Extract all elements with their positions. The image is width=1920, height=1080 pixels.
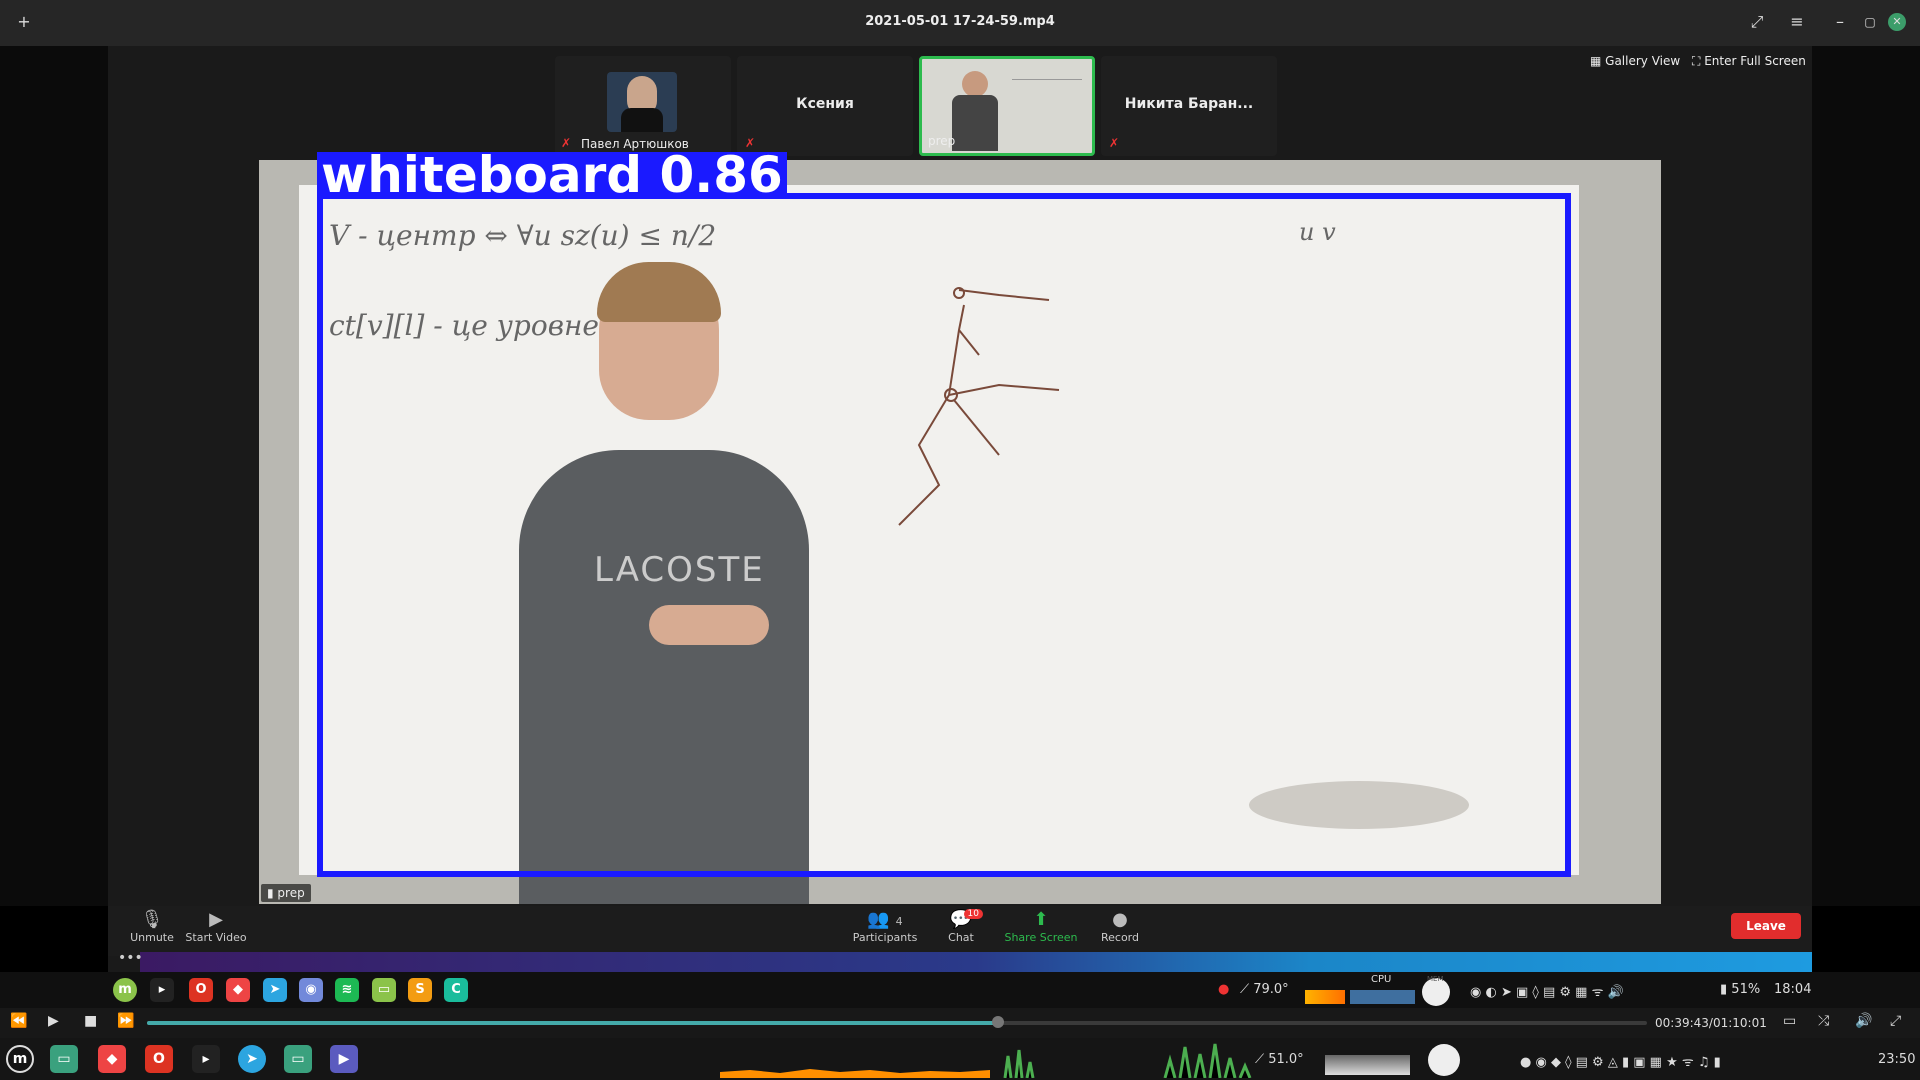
mem-gauge [1428, 1044, 1460, 1076]
chat-label: Chat [948, 931, 974, 944]
shuffle-icon[interactable]: ⤮ [1818, 1013, 1829, 1029]
chat-icon: 💬 [949, 909, 973, 930]
stop-button[interactable]: ■ [84, 1013, 97, 1029]
record-button[interactable]: ● Record [1080, 909, 1160, 944]
chat-button[interactable]: 💬 10 Chat [921, 909, 1001, 944]
share-screen-icon: ⬆ [1033, 909, 1049, 930]
signal-icon: ▮ [267, 886, 278, 900]
share-screen-button[interactable]: ⬆ Share Screen [1001, 909, 1081, 944]
cpu-graph [1350, 990, 1415, 1004]
start-video-label: Start Video [185, 931, 247, 944]
minimize-button[interactable]: – [1828, 10, 1852, 34]
terminal-icon[interactable]: ▸ [192, 1045, 220, 1073]
menu-button[interactable]: ≡ [1785, 10, 1809, 34]
sys-temp: ⟋ 51.0° [1255, 1052, 1304, 1067]
participant-thumb[interactable]: Ксения ✗ [737, 56, 913, 156]
participants-label: Participants [852, 931, 918, 944]
participants-icon: 👥 4 [867, 909, 903, 930]
mint-menu-icon[interactable]: m [113, 978, 137, 1002]
playback-time: 00:39:43/01:10:01 [1655, 1016, 1767, 1030]
record-label: Record [1100, 931, 1139, 944]
expand-icon[interactable]: ⤢ [1745, 10, 1769, 34]
full-screen-label: Enter Full Screen [1704, 54, 1806, 68]
title-bar: + 2021-05-01 17-24-59.mp4 ⤢ ≡ – ▢ ✕ [0, 0, 1920, 46]
maximize-button[interactable]: ▢ [1858, 10, 1882, 34]
terminal-icon[interactable]: ▸ [150, 978, 174, 1002]
cpu-label: CPU [1371, 974, 1392, 985]
participant-name: Никита Баран... [1124, 96, 1254, 112]
window-title: 2021-05-01 17-24-59.mp4 [865, 14, 1055, 29]
files-icon[interactable]: ▭ [372, 978, 396, 1002]
chat-badge: 10 [963, 909, 983, 919]
muted-mic-icon: ✗ [1109, 136, 1120, 150]
panel-gradient [140, 952, 1812, 974]
system-clock: 23:50 [1878, 1052, 1916, 1067]
gallery-view-button[interactable]: ▦ Gallery View [1590, 54, 1680, 68]
location-icon: ● [1218, 982, 1230, 997]
video-player-icon[interactable]: ▶ [330, 1045, 358, 1073]
clion-icon[interactable]: C [444, 978, 468, 1002]
telegram-icon[interactable]: ➤ [238, 1045, 266, 1073]
seek-bar-fill [147, 1021, 998, 1025]
zoom-toolbar: 🎙 Unmute ▶ Start Video 👥 4 Participants … [108, 906, 1812, 956]
activity-graph [1003, 1049, 1035, 1078]
detection-label: whiteboard 0.86 [317, 150, 787, 200]
subtitle-icon[interactable]: ▭ [1783, 1013, 1796, 1029]
speaker-name-tag: ▮ prep [261, 884, 311, 902]
temp-readout: ⟋ 79.0° [1240, 982, 1289, 997]
more-options-icon[interactable]: ••• [118, 950, 143, 966]
participant-name: prep [928, 134, 956, 148]
participants-button[interactable]: 👥 4 Participants [845, 909, 925, 944]
avatar [607, 72, 677, 132]
mem-gauge: MEM [1422, 975, 1450, 1006]
camera-off-icon: ▶ [209, 909, 223, 930]
leave-button[interactable]: Leave [1731, 913, 1801, 939]
gallery-view-label: Gallery View [1605, 54, 1681, 68]
participant-name: Ксения [796, 96, 854, 112]
start-video-button[interactable]: ▶ Start Video [176, 909, 256, 944]
participant-thumb-active[interactable]: prep [919, 56, 1095, 156]
detection-box [317, 193, 1571, 877]
play-button[interactable]: ▶ [48, 1013, 59, 1029]
discord-icon[interactable]: ◉ [299, 978, 323, 1002]
close-button[interactable]: ✕ [1888, 13, 1906, 31]
rewind-button[interactable]: ⏪ [10, 1013, 27, 1029]
participant-thumb[interactable]: Никита Баран... ✗ [1101, 56, 1277, 156]
share-screen-label: Share Screen [1004, 931, 1078, 944]
tray-icons[interactable]: ◉ ◐ ➤ ▣ ◊ ▤ ⚙ ▦ ᯤ 🔊 [1470, 982, 1624, 1000]
fast-forward-button[interactable]: ⏩ [117, 1013, 134, 1029]
system-tray-icons[interactable]: ● ◉ ◆ ◊ ▤ ⚙ ◬ ▮ ▣ ▦ ★ ᯤ ♫ ▮ [1520, 1052, 1721, 1070]
mint-menu-icon[interactable]: m [6, 1045, 34, 1073]
participant-thumb[interactable]: ✗ Павел Артюшков [555, 56, 731, 156]
seek-knob[interactable] [991, 1016, 1004, 1028]
sublime-icon[interactable]: S [408, 978, 432, 1002]
battery-readout: ▮ 51% [1720, 982, 1761, 997]
speaker-name: prep [277, 886, 305, 900]
tray-clock: 18:04 [1774, 982, 1812, 997]
spotify-icon[interactable]: ≋ [335, 978, 359, 1002]
fullscreen-icon: ⛶ [1692, 54, 1705, 68]
app-icon[interactable]: ◆ [226, 978, 250, 1002]
network-graph [720, 1069, 990, 1078]
fullscreen-toggle-icon[interactable]: ⤢ [1890, 1013, 1901, 1029]
record-icon: ● [1112, 909, 1128, 930]
seek-bar[interactable] [147, 1016, 1647, 1028]
temp-graph [1305, 990, 1345, 1004]
folder-icon[interactable]: ▭ [284, 1045, 312, 1073]
volume-icon[interactable]: 🔊 [1855, 1013, 1872, 1029]
enter-full-screen-button[interactable]: ⛶ Enter Full Screen [1692, 54, 1806, 69]
cpu-graph [1325, 1055, 1410, 1075]
opera-icon[interactable]: O [145, 1045, 173, 1073]
app-icon[interactable]: ◆ [98, 1045, 126, 1073]
recorded-panel [0, 972, 1920, 1008]
opera-icon[interactable]: O [189, 978, 213, 1002]
telegram-icon[interactable]: ➤ [263, 978, 287, 1002]
files-icon[interactable]: ▭ [50, 1045, 78, 1073]
activity-graph-2 [1163, 1043, 1252, 1078]
grid-icon: ▦ [1590, 54, 1606, 68]
